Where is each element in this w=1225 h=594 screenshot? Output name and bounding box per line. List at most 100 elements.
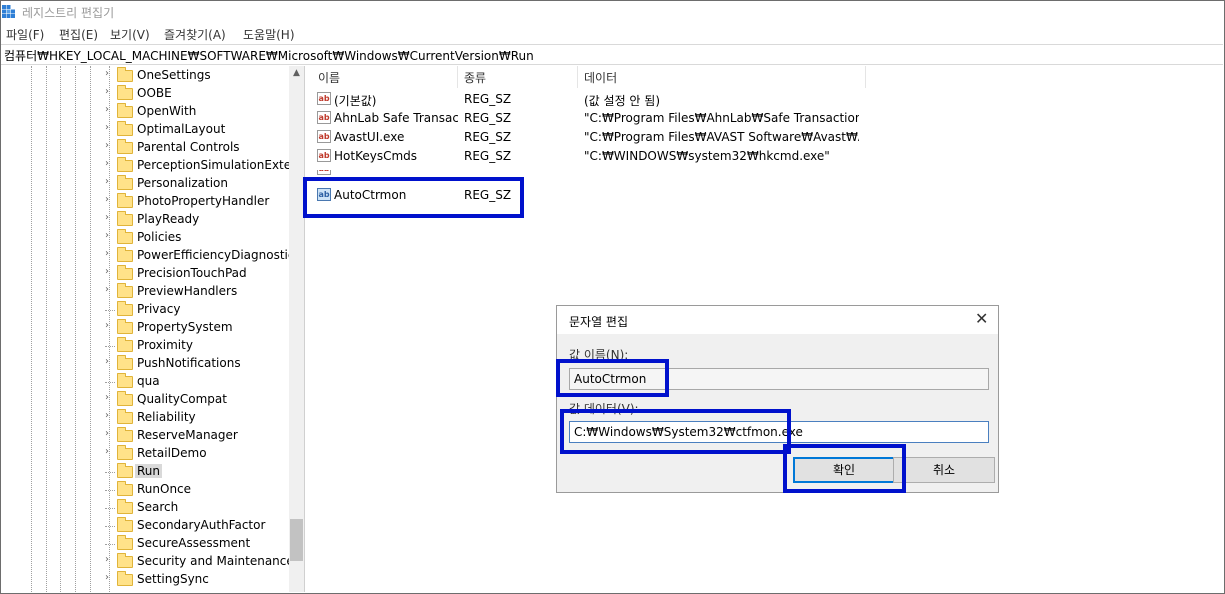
column-header-type[interactable]: 종류 xyxy=(464,69,486,86)
chevron-right-icon[interactable]: › xyxy=(105,86,113,97)
tree-item[interactable]: › OOBE xyxy=(1,85,291,103)
chevron-right-icon[interactable]: › xyxy=(105,410,113,421)
chevron-right-icon[interactable]: › xyxy=(105,212,113,223)
folder-icon xyxy=(117,373,133,388)
close-icon[interactable]: ✕ xyxy=(975,309,988,328)
folder-icon xyxy=(117,247,133,262)
menu-view[interactable]: 보기(V) xyxy=(110,26,150,43)
value-row[interactable]: ab AhnLab Safe Transac... REG_SZ "C:₩Pro… xyxy=(309,109,909,128)
tree-item[interactable]: Run xyxy=(1,463,291,481)
chevron-right-icon[interactable]: › xyxy=(105,446,113,457)
tree-item[interactable]: › Parental Controls xyxy=(1,139,291,157)
registry-editor-icon xyxy=(2,5,15,18)
tree-item-label: SettingSync xyxy=(137,572,209,586)
tree-connector xyxy=(105,544,115,545)
key-tree-pane[interactable]: › OneSettings › OOBE › OpenWith › OptimalLayout… xyxy=(1,66,305,592)
folder-icon xyxy=(117,175,133,190)
column-header-name[interactable]: 이름 xyxy=(318,69,340,86)
tree-item-label: Security and Maintenance xyxy=(137,554,294,568)
chevron-right-icon[interactable]: › xyxy=(105,122,113,133)
tree-item[interactable]: Privacy xyxy=(1,301,291,319)
menu-bar: 파일(F) 편집(E) 보기(V) 즐겨찾기(A) 도움말(H) xyxy=(0,24,1225,44)
tree-item[interactable]: qua xyxy=(1,373,291,391)
tree-item-label: Run xyxy=(135,464,163,478)
tree-connector xyxy=(105,472,115,473)
folder-icon xyxy=(117,85,133,100)
tree-item[interactable]: › PowerEfficiencyDiagnostics xyxy=(1,247,301,265)
tree-item[interactable]: › Reliability xyxy=(1,409,291,427)
tree-connector xyxy=(105,382,115,383)
folder-icon xyxy=(117,445,133,460)
tree-item[interactable]: › OneSettings xyxy=(1,67,291,85)
string-value-icon: ab xyxy=(317,111,331,124)
tree-item-label: RetailDemo xyxy=(137,446,207,460)
tree-item[interactable]: Proximity xyxy=(1,337,291,355)
tree-scrollbar-thumb[interactable] xyxy=(290,519,303,561)
menu-favorites[interactable]: 즐겨찾기(A) xyxy=(164,26,226,43)
column-header-data[interactable]: 데이터 xyxy=(584,69,617,86)
tree-item[interactable]: › PrecisionTouchPad xyxy=(1,265,291,283)
tree-item[interactable]: › Policies xyxy=(1,229,291,247)
value-row[interactable]: ab AvastUI.exe REG_SZ "C:₩Program Files₩… xyxy=(309,128,909,147)
chevron-right-icon[interactable]: › xyxy=(105,68,113,79)
chevron-right-icon[interactable]: › xyxy=(105,320,113,331)
tree-item-label: qua xyxy=(137,374,160,388)
tree-item[interactable]: › PerceptionSimulationExtens xyxy=(1,157,304,175)
chevron-right-icon[interactable]: › xyxy=(105,356,113,367)
chevron-right-icon[interactable]: › xyxy=(105,194,113,205)
highlight-value-name-box xyxy=(556,359,669,397)
tree-item[interactable]: SecondaryAuthFactor xyxy=(1,517,291,535)
folder-icon xyxy=(117,571,133,586)
chevron-right-icon[interactable]: › xyxy=(105,284,113,295)
tree-item[interactable]: › PropertySystem xyxy=(1,319,291,337)
address-bar[interactable]: 컴퓨터₩HKEY_LOCAL_MACHINE₩SOFTWARE₩Microsof… xyxy=(1,44,1223,65)
tree-item[interactable]: › OptimalLayout xyxy=(1,121,291,139)
scroll-up-arrow-icon[interactable]: ▲ xyxy=(289,68,304,78)
tree-item[interactable]: › Security and Maintenance xyxy=(1,553,294,571)
tree-item[interactable]: SecureAssessment xyxy=(1,535,291,553)
tree-item-label: Proximity xyxy=(137,338,193,352)
menu-edit[interactable]: 편집(E) xyxy=(59,26,98,43)
chevron-right-icon[interactable]: › xyxy=(105,230,113,241)
tree-item[interactable]: Search xyxy=(1,499,291,517)
tree-connector xyxy=(105,508,115,509)
chevron-right-icon[interactable]: › xyxy=(105,248,113,259)
chevron-right-icon[interactable]: › xyxy=(105,572,113,583)
tree-item[interactable]: › SettingSync xyxy=(1,571,291,589)
folder-icon xyxy=(117,517,133,532)
menu-help[interactable]: 도움말(H) xyxy=(243,26,295,43)
tree-item-label: Policies xyxy=(137,230,182,244)
folder-icon xyxy=(117,391,133,406)
tree-item[interactable]: › QualityCompat xyxy=(1,391,291,409)
tree-scrollbar[interactable]: ▲ xyxy=(289,66,304,592)
edit-string-dialog: 문자열 편집 ✕ 값 이름(N): AutoCtrmon 값 데이터(V): C… xyxy=(556,305,999,493)
chevron-right-icon[interactable]: › xyxy=(105,140,113,151)
value-row[interactable]: ab HotKeysCmds REG_SZ "C:₩WINDOWS₩system… xyxy=(309,147,909,166)
cancel-button[interactable]: 취소 xyxy=(893,457,995,483)
chevron-right-icon[interactable]: › xyxy=(105,104,113,115)
tree-item[interactable]: › PhotoPropertyHandler xyxy=(1,193,291,211)
tree-item-label: PushNotifications xyxy=(137,356,241,370)
tree-item[interactable]: › ReserveManager xyxy=(1,427,291,445)
chevron-right-icon[interactable]: › xyxy=(105,554,113,565)
tree-item[interactable]: › Personalization xyxy=(1,175,291,193)
tree-item[interactable]: › OpenWith xyxy=(1,103,291,121)
chevron-right-icon[interactable]: › xyxy=(105,392,113,403)
tree-item[interactable]: › PreviewHandlers xyxy=(1,283,291,301)
chevron-right-icon[interactable]: › xyxy=(105,176,113,187)
folder-icon xyxy=(117,337,133,352)
tree-item[interactable]: RunOnce xyxy=(1,481,291,499)
value-row[interactable]: ab (기본값) REG_SZ (값 설정 안 됨) xyxy=(309,90,909,109)
chevron-right-icon[interactable]: › xyxy=(105,428,113,439)
folder-icon xyxy=(117,103,133,118)
tree-item-label: PrecisionTouchPad xyxy=(137,266,247,280)
chevron-right-icon[interactable]: › xyxy=(105,266,113,277)
tree-item-label: PropertySystem xyxy=(137,320,233,334)
folder-icon xyxy=(117,67,133,82)
tree-item[interactable]: › PlayReady xyxy=(1,211,291,229)
tree-item-label: Parental Controls xyxy=(137,140,240,154)
tree-item[interactable]: › PushNotifications xyxy=(1,355,291,373)
tree-item[interactable]: › RetailDemo xyxy=(1,445,291,463)
chevron-right-icon[interactable]: › xyxy=(105,158,113,169)
menu-file[interactable]: 파일(F) xyxy=(6,26,44,43)
